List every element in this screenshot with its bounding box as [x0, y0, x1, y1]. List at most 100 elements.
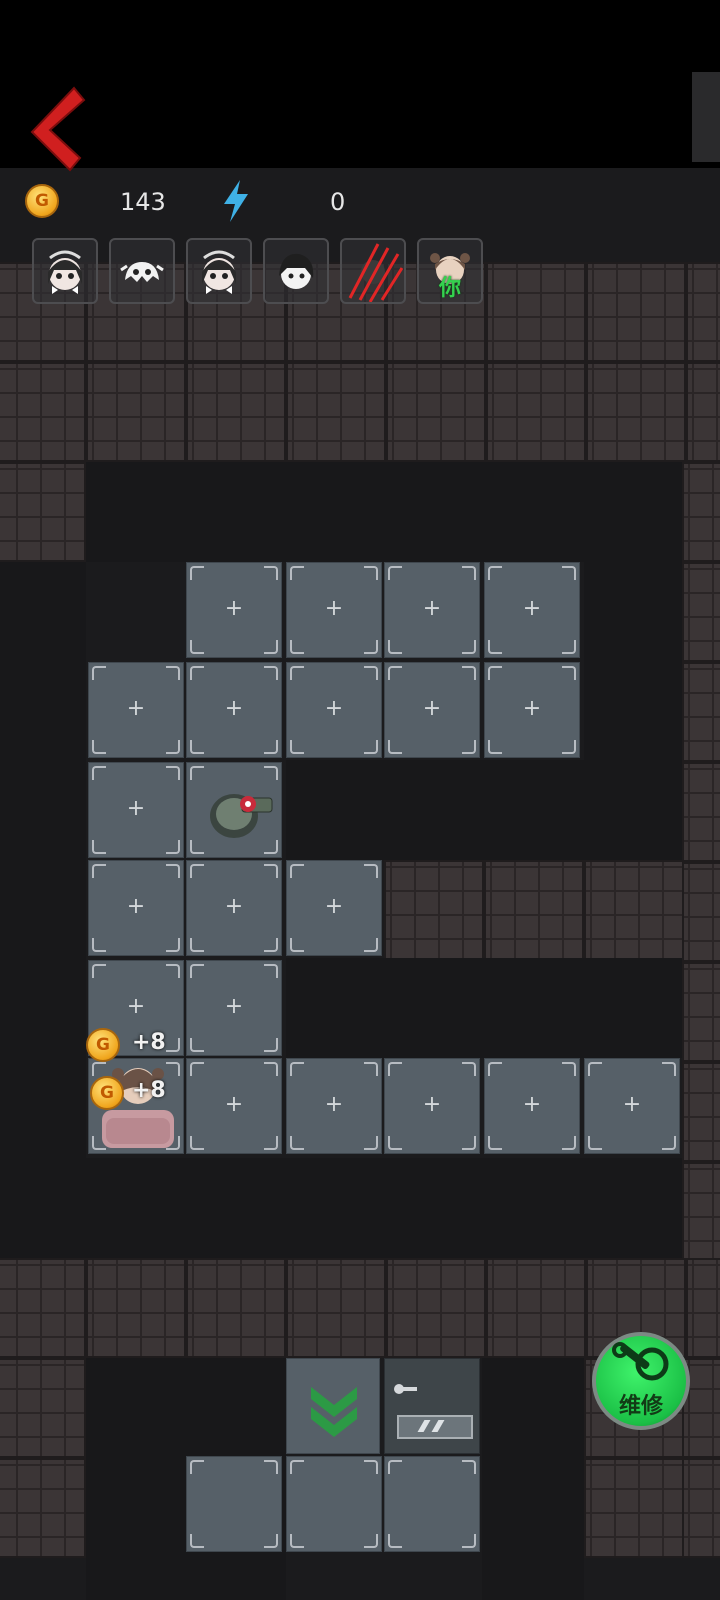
wall-brick — [486, 262, 586, 362]
floor-tile[interactable]: + — [186, 860, 282, 956]
tile-corner — [190, 1062, 204, 1076]
wall-brick — [586, 362, 686, 462]
tile-corner — [166, 740, 180, 754]
add-build-icon: + — [422, 696, 442, 721]
tile-corner — [488, 566, 502, 580]
floor-tile[interactable]: + — [88, 662, 184, 758]
tile-corner — [588, 1062, 602, 1076]
tile-corner — [562, 566, 576, 580]
tile-corner — [462, 740, 476, 754]
floor-tile[interactable]: + — [384, 1058, 480, 1154]
add-build-icon: + — [422, 1092, 442, 1117]
floor-tile[interactable]: + — [286, 1058, 382, 1154]
tile-corner — [264, 640, 278, 654]
tile-corner — [290, 1062, 304, 1076]
floor-tile[interactable]: + — [186, 960, 282, 1056]
add-build-icon: + — [522, 596, 542, 621]
floor-tile[interactable]: + — [286, 562, 382, 658]
gold-count: 143 — [120, 188, 166, 216]
tile-corner — [264, 1136, 278, 1150]
tile-corner — [364, 1062, 378, 1076]
floor-tile[interactable]: + — [286, 662, 382, 758]
floor-tile[interactable]: + — [584, 1058, 680, 1154]
floor-tile[interactable]: + — [484, 662, 580, 758]
floor-tile[interactable]: + — [484, 562, 580, 658]
gold-coin-icon: G — [25, 184, 59, 218]
tile-corner — [190, 740, 204, 754]
tile-corner — [364, 1136, 378, 1150]
girl-bunny-ears-avatar-icon — [188, 240, 250, 306]
dark-floor — [286, 760, 682, 860]
tile-corner — [166, 938, 180, 952]
wall-brick — [682, 762, 720, 862]
gold-gain-label: +8 — [132, 1030, 166, 1055]
floor-tile[interactable]: + — [484, 1058, 580, 1154]
floor-tile[interactable]: + — [186, 662, 282, 758]
tile-corner — [562, 666, 576, 680]
avatar-slot[interactable] — [32, 238, 98, 304]
tile-corner — [462, 566, 476, 580]
avatar-slot[interactable] — [186, 238, 252, 304]
add-build-icon: + — [126, 994, 146, 1019]
tile-corner — [562, 740, 576, 754]
add-build-icon: + — [224, 596, 244, 621]
wall-brick — [0, 1358, 86, 1458]
tile-corner — [190, 640, 204, 654]
tile-corner — [264, 740, 278, 754]
tile-corner — [662, 1062, 676, 1076]
tile-corner — [364, 566, 378, 580]
turret-unit-icon[interactable] — [204, 780, 280, 848]
wall-brick — [0, 1258, 86, 1358]
floor-tile[interactable] — [384, 1456, 480, 1552]
energy-count: 0 — [330, 188, 346, 216]
tile-corner — [92, 666, 106, 680]
stairs-down-tile[interactable] — [286, 1358, 380, 1454]
add-build-icon: + — [422, 596, 442, 621]
avatar-slot[interactable] — [340, 238, 406, 304]
floor-tile[interactable]: + — [88, 762, 184, 858]
tile-corner — [92, 766, 106, 780]
avatar-slot[interactable] — [263, 238, 329, 304]
gold-gain-coin-icon: G — [86, 1028, 120, 1062]
floor-tile[interactable] — [286, 1456, 382, 1552]
floor-tile[interactable]: + — [186, 562, 282, 658]
tile-corner — [488, 1136, 502, 1150]
add-build-icon: + — [126, 796, 146, 821]
tile-corner — [190, 840, 204, 854]
tile-corner — [92, 938, 106, 952]
back-button[interactable] — [30, 86, 86, 172]
tile-corner — [388, 1136, 402, 1150]
floor-tile[interactable]: + — [88, 860, 184, 956]
tile-corner — [364, 938, 378, 952]
tile-corner — [190, 666, 204, 680]
tile-corner — [166, 840, 180, 854]
locked-door[interactable] — [384, 1358, 480, 1454]
repair-button[interactable]: 维修 — [592, 1332, 690, 1430]
tile-corner — [364, 640, 378, 654]
wall-brick — [486, 362, 586, 462]
floor-tile[interactable]: + — [186, 1058, 282, 1154]
tile-corner — [388, 1062, 402, 1076]
tile-corner — [388, 566, 402, 580]
claw-scratch-avatar-icon — [342, 240, 404, 306]
wall-brick — [584, 860, 684, 960]
floor-tile[interactable] — [186, 1456, 282, 1552]
tile-corner — [462, 1136, 476, 1150]
tile-corner — [364, 666, 378, 680]
avatar-slot[interactable] — [109, 238, 175, 304]
wall-brick — [386, 1258, 486, 1358]
add-build-icon: + — [224, 696, 244, 721]
lightning-bolt-icon — [222, 180, 250, 226]
tile-corner — [388, 740, 402, 754]
wall-brick — [584, 1458, 684, 1558]
add-build-icon: + — [622, 1092, 642, 1117]
wall-brick — [586, 262, 686, 362]
tile-corner — [462, 1460, 476, 1474]
wall-brick — [682, 862, 720, 962]
floor-tile[interactable]: + — [286, 860, 382, 956]
tile-corner — [588, 1136, 602, 1150]
wall-brick — [286, 362, 386, 462]
floor-tile[interactable]: + — [384, 662, 480, 758]
floor-tile[interactable]: + — [384, 562, 480, 658]
avatar-slot[interactable]: 你 — [417, 238, 483, 304]
